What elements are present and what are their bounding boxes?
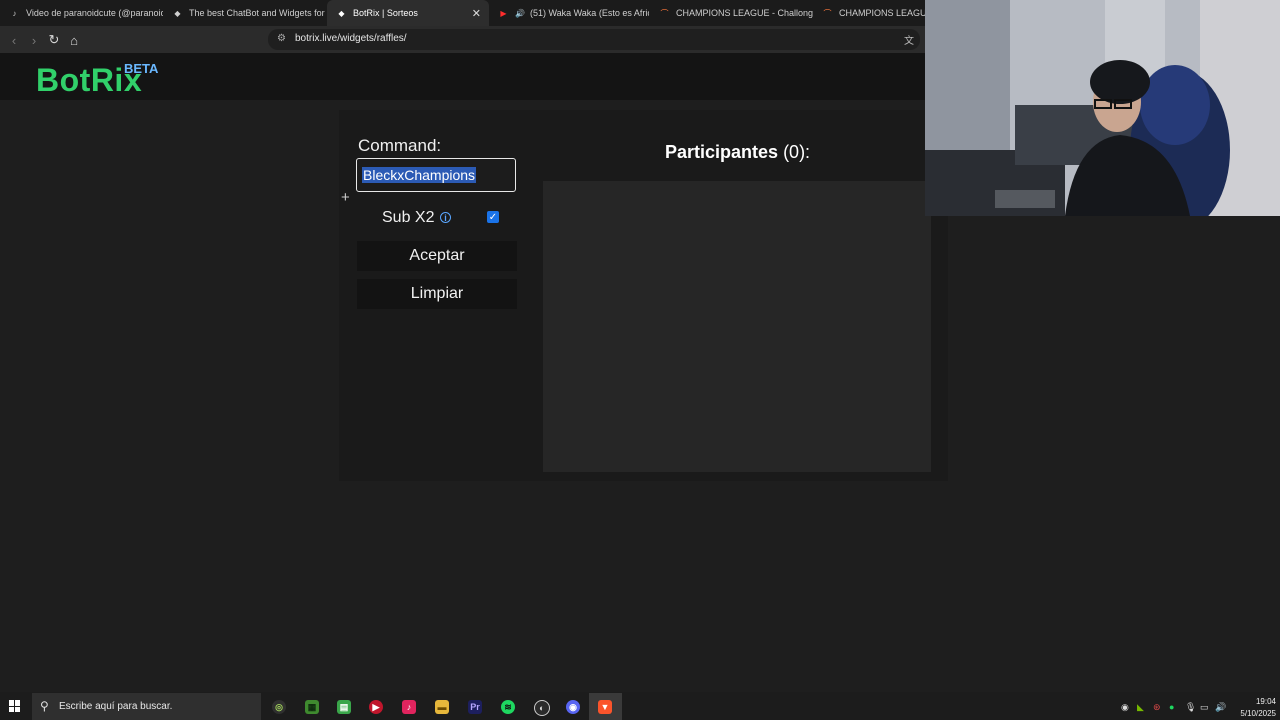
command-label: Command: <box>358 136 442 155</box>
speaker-icon[interactable]: 🔊 <box>515 9 525 18</box>
clock-date: 5/10/2025 <box>1240 709 1276 718</box>
youtube-icon: ▶ <box>500 8 507 18</box>
store-icon[interactable]: ▤ <box>337 700 351 714</box>
reload-icon[interactable]: ↻ <box>46 32 62 48</box>
tab-title: BotRix | Sorteos <box>353 8 418 18</box>
tab-title: The best ChatBot and Widgets for K <box>189 8 325 18</box>
xbox-app-icon[interactable]: ◎ <box>272 700 286 714</box>
url-text: botrix.live/widgets/raffles/ <box>295 33 407 44</box>
discord-tray-icon[interactable]: ◉ <box>1121 702 1129 713</box>
discord-icon[interactable]: ◉ <box>566 700 580 714</box>
forward-icon[interactable]: › <box>26 32 42 48</box>
command-input-value: BleckxChampions <box>362 167 477 183</box>
search-placeholder: Escribe aquí para buscar. <box>59 701 173 712</box>
tab-title: CHAMPIONS LEAGUE - C <box>839 8 925 18</box>
search-icon: ⚲ <box>40 699 49 713</box>
tab-botrix-home[interactable]: ◆ The best ChatBot and Widgets for K <box>163 0 325 26</box>
participants-list <box>543 181 931 472</box>
tab-youtube-waka-waka[interactable]: ▶ 🔊 (51) Waka Waka (Esto es Africa) ( <box>489 0 649 26</box>
tab-strip: ♪ Video de paranoidcute (@paranoidc ◆ Th… <box>0 0 925 26</box>
info-icon[interactable]: i <box>440 212 451 223</box>
clock-time: 19:04 <box>1255 697 1276 706</box>
sub-x2-label: Sub X2 <box>382 209 435 226</box>
tiktok-app-icon[interactable]: ♪ <box>402 700 416 714</box>
tiktok-icon: ♪ <box>12 8 17 18</box>
close-icon[interactable]: ✕ <box>472 7 481 20</box>
network-icon[interactable]: ▭ <box>1200 702 1209 713</box>
participants-count: (0): <box>783 142 811 162</box>
volume-icon[interactable]: 🔊 <box>1215 702 1226 713</box>
webcam-image <box>925 0 1280 216</box>
home-icon[interactable]: ⌂ <box>66 32 82 48</box>
challonge-icon: ⌒ <box>660 8 669 18</box>
limpiar-button[interactable]: Limpiar <box>357 279 517 309</box>
minecraft-icon[interactable]: ▦ <box>305 700 319 714</box>
taskbar-clock[interactable]: 19:04 5/10/2025 <box>1232 696 1276 720</box>
challonge-icon: ⌒ <box>823 8 832 18</box>
botrix-icon: ◆ <box>174 8 181 18</box>
windows-taskbar: ⚲ Escribe aquí para buscar. <box>0 692 1280 720</box>
participants-title: Participantes (0): <box>665 142 810 163</box>
webcam-overlay <box>925 0 1280 216</box>
media-player-icon[interactable]: ▶ <box>369 700 383 714</box>
taskbar-search[interactable]: ⚲ Escribe aquí para buscar. <box>32 693 261 720</box>
site-info-icon[interactable]: ⚙ <box>277 33 286 44</box>
tab-botrix-sorteos[interactable]: ◆ BotRix | Sorteos ✕ <box>327 0 489 26</box>
aceptar-button[interactable]: Aceptar <box>357 241 517 271</box>
address-bar[interactable]: ⚙ botrix.live/widgets/raffles/ 文 <box>268 29 920 50</box>
windows-start-icon[interactable] <box>9 700 21 712</box>
tab-title: (51) Waka Waka (Esto es Africa) ( <box>529 8 649 18</box>
translate-icon[interactable]: 文 <box>904 32 914 47</box>
crosshair-cursor-icon: + <box>341 189 350 206</box>
tab-challonge-2[interactable]: ⌒ CHAMPIONS LEAGUE - C <box>813 0 926 26</box>
beta-badge: BETA <box>124 61 159 76</box>
botrix-icon: ◆ <box>338 8 345 18</box>
file-explorer-icon[interactable]: ▬ <box>435 700 449 714</box>
microphone-icon[interactable]: 🎙 <box>1185 702 1196 713</box>
participants-label: Participantes <box>665 142 779 162</box>
obs-icon[interactable]: ◐ <box>534 700 550 716</box>
sub-x2-checkbox[interactable]: ✓ <box>487 211 499 223</box>
spotify-tray-icon[interactable]: ● <box>1169 702 1174 712</box>
spotify-icon[interactable]: ≋ <box>501 700 515 714</box>
tab-title: CHAMPIONS LEAGUE - Challonge <box>676 8 813 18</box>
tab-challonge-1[interactable]: ⌒ CHAMPIONS LEAGUE - Challonge <box>650 0 814 26</box>
tab-title: Video de paranoidcute (@paranoidc <box>26 8 163 18</box>
brave-browser-icon[interactable]: ▼ <box>598 700 612 714</box>
command-input[interactable]: BleckxChampions <box>356 158 516 192</box>
navigation-bar: ‹ › ↻ ⌂ ⚙ botrix.live/widgets/raffles/ 文 <box>0 26 925 53</box>
antivirus-tray-icon[interactable]: ⊛ <box>1153 702 1161 713</box>
tab-tiktok-video[interactable]: ♪ Video de paranoidcute (@paranoidc <box>0 0 164 26</box>
premiere-pro-icon[interactable]: Pr <box>468 700 482 714</box>
back-icon[interactable]: ‹ <box>6 32 22 48</box>
nvidia-tray-icon[interactable]: ◣ <box>1137 702 1144 713</box>
